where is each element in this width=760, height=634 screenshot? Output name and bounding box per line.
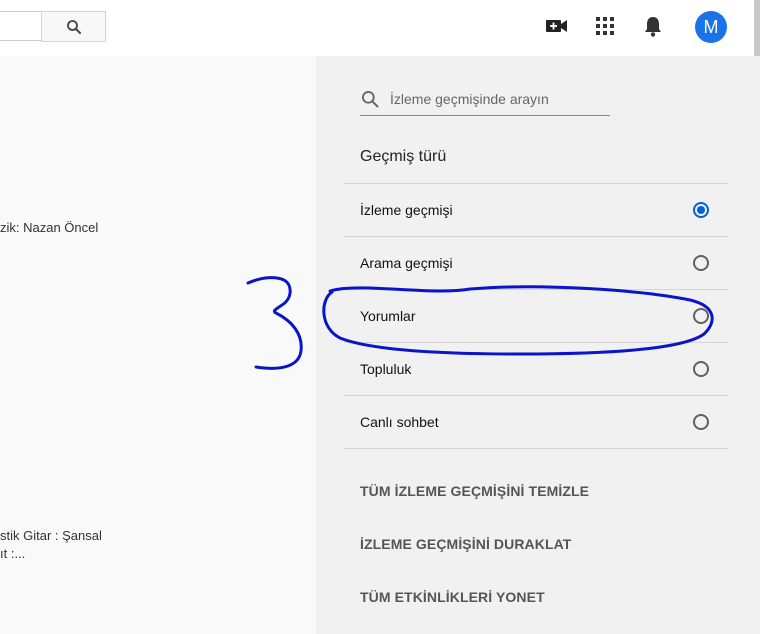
top-bar: M xyxy=(0,0,760,140)
history-type-live-chat[interactable]: Canlı sohbet xyxy=(344,395,729,449)
bell-icon xyxy=(645,16,661,37)
apps-button[interactable] xyxy=(593,14,617,38)
radio-label: Topluluk xyxy=(360,361,412,377)
radio-label: İzleme geçmişi xyxy=(360,202,453,218)
clear-all-history-button[interactable]: TÜM İZLEME GEÇMİŞİNİ TEMİZLE xyxy=(360,483,589,499)
radio-button[interactable] xyxy=(693,255,709,271)
radio-label: Canlı sohbet xyxy=(360,414,439,430)
search-icon xyxy=(66,19,81,34)
create-video-button[interactable] xyxy=(545,14,569,38)
annotation-number-3 xyxy=(246,276,303,370)
radio-selected-dot xyxy=(697,206,705,214)
video-meta-text: ıt :... xyxy=(0,546,26,561)
search-input[interactable] xyxy=(0,11,41,41)
history-type-title: Geçmiş türü xyxy=(360,148,447,165)
radio-button[interactable] xyxy=(693,202,709,218)
video-meta-text: zik: Nazan Öncel xyxy=(0,220,99,235)
radio-button[interactable] xyxy=(693,414,709,430)
video-camera-plus-icon xyxy=(546,20,567,32)
video-meta-text: stik Gitar : Şansal xyxy=(0,528,102,543)
history-type-watch[interactable]: İzleme geçmişi xyxy=(344,183,729,236)
avatar-letter: M xyxy=(703,16,719,37)
radio-label: Arama geçmişi xyxy=(360,255,453,271)
radio-label: Yorumlar xyxy=(360,308,416,324)
manage-activity-button[interactable]: TÜM ETKİNLİKLERİ YONET xyxy=(360,589,545,605)
history-type-list: İzleme geçmişi Arama geçmişi Yorumlar To… xyxy=(344,183,729,449)
history-panel: Geçmiş türü İzleme geçmişi Arama geçmişi… xyxy=(316,56,760,634)
avatar[interactable]: M xyxy=(695,11,727,43)
radio-button[interactable] xyxy=(693,308,709,324)
history-type-comments[interactable]: Yorumlar xyxy=(344,289,729,342)
pause-history-button[interactable]: İZLEME GEÇMİŞİNİ DURAKLAT xyxy=(360,536,571,552)
history-type-community[interactable]: Topluluk xyxy=(344,342,729,395)
notifications-button[interactable] xyxy=(641,14,665,38)
history-type-search[interactable]: Arama geçmişi xyxy=(344,236,729,289)
search-icon xyxy=(362,90,379,107)
radio-button[interactable] xyxy=(693,361,709,377)
history-search-input[interactable] xyxy=(388,89,602,108)
search-button[interactable] xyxy=(41,11,106,42)
apps-grid-icon xyxy=(596,17,614,35)
history-search xyxy=(360,82,610,116)
